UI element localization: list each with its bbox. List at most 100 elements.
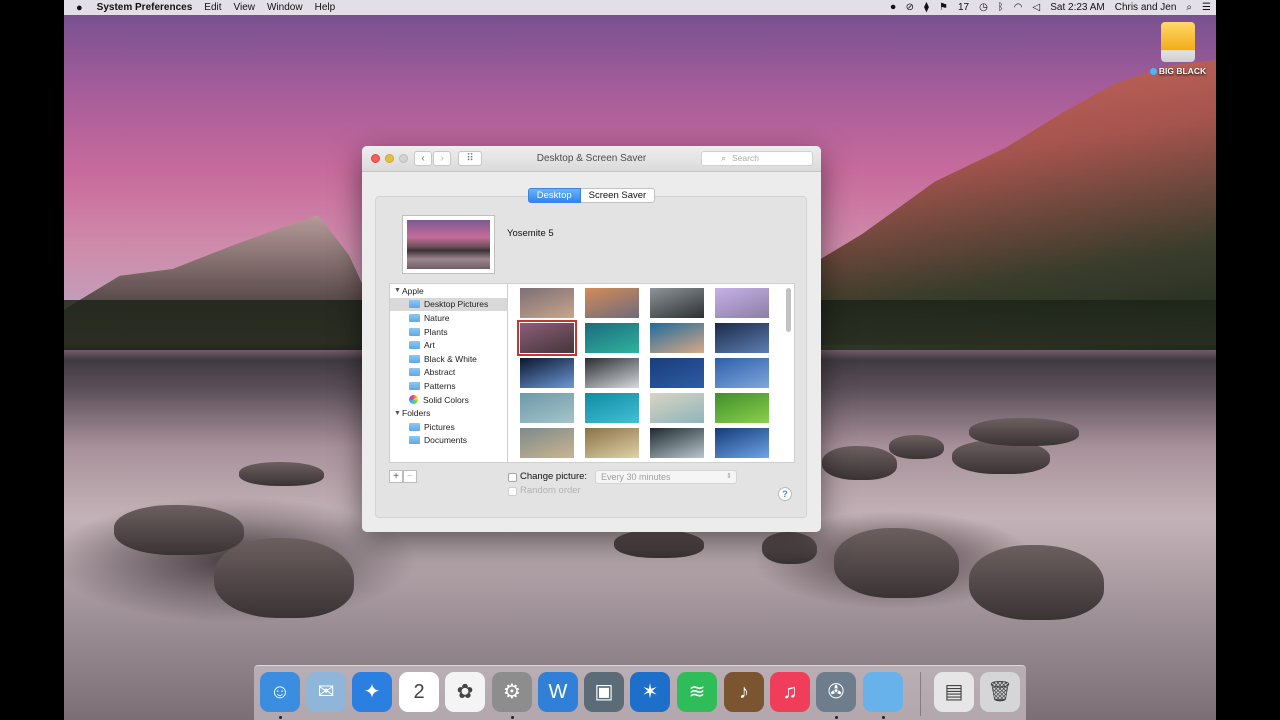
drive-label: BIG BLACK (1158, 66, 1207, 76)
dock-word-icon[interactable]: W (538, 672, 578, 712)
wallpaper-thumbnail[interactable] (585, 358, 639, 388)
status-app-icon[interactable]: ⚑ (934, 2, 953, 13)
source-item-pictures[interactable]: Pictures (390, 420, 507, 434)
dock-calendar-icon[interactable]: 2 (399, 672, 439, 712)
color-wheel-icon (409, 395, 418, 405)
menu-user[interactable]: Chris and Jen (1110, 2, 1182, 13)
dropbox-icon[interactable]: ⧫ (919, 2, 934, 13)
volume-icon[interactable]: ◁ (1028, 2, 1046, 13)
random-order-checkbox[interactable] (508, 487, 517, 496)
source-group-folders[interactable]: ▼ Folders (390, 406, 507, 420)
dock-documents-icon[interactable]: ▤ (934, 672, 974, 712)
wallpaper-thumbnail[interactable] (715, 428, 769, 458)
dock-folder-icon[interactable] (863, 672, 903, 712)
disclosure-triangle-icon[interactable]: ▼ (394, 410, 402, 417)
menu-view[interactable]: View (228, 2, 262, 13)
dock-itunes-icon[interactable]: ♫ (770, 672, 810, 712)
dock-photos-icon[interactable]: ✿ (445, 672, 485, 712)
folder-icon (409, 313, 420, 322)
source-group-apple[interactable]: ▼ Apple (390, 284, 507, 298)
menu-clock[interactable]: Sat 2:23 AM (1045, 2, 1109, 13)
tab-screen-saver[interactable]: Screen Saver (580, 188, 656, 203)
menu-app-name[interactable]: System Preferences (91, 2, 199, 13)
change-picture-checkbox[interactable] (508, 473, 517, 482)
wallpaper-preview-image (407, 220, 490, 269)
desktop-screensaver-window: ‹ › ⠿ Desktop & Screen Saver ⌕ Search De… (362, 146, 821, 532)
folder-icon (409, 436, 420, 445)
wallpaper-thumbnail[interactable] (650, 393, 704, 423)
source-item-black-white[interactable]: Black & White (390, 352, 507, 366)
dock-app-icon[interactable]: ✶ (630, 672, 670, 712)
rock (114, 505, 244, 555)
dock-garageband-icon[interactable]: ♪ (724, 672, 764, 712)
source-item-plants[interactable]: Plants (390, 325, 507, 339)
disclosure-triangle-icon[interactable]: ▼ (394, 287, 402, 294)
wallpaper-thumbnail[interactable] (520, 393, 574, 423)
time-machine-icon[interactable]: ◷ (974, 2, 993, 13)
wallpaper-thumbnail[interactable] (715, 323, 769, 353)
add-folder-button[interactable]: + (389, 470, 403, 483)
desktop: ● System Preferences Edit View Window He… (64, 0, 1216, 720)
wallpaper-thumbnail[interactable] (650, 288, 704, 318)
wallpaper-thumbnail[interactable] (585, 428, 639, 458)
tab-bar: Desktop Screen Saver (362, 188, 821, 203)
source-item-documents[interactable]: Documents (390, 434, 507, 448)
source-item-abstract[interactable]: Abstract (390, 366, 507, 380)
notification-center-icon[interactable]: ☰ (1197, 2, 1216, 13)
title-bar[interactable]: ‹ › ⠿ Desktop & Screen Saver ⌕ Search (362, 146, 821, 172)
grid-scrollbar[interactable] (786, 288, 791, 332)
vpn-icon[interactable]: ⊘ (901, 2, 919, 13)
dock-trash-icon[interactable]: 🗑 (980, 672, 1020, 712)
dock-spotify-icon[interactable]: ≋ (677, 672, 717, 712)
wallpaper-thumbnail[interactable] (715, 288, 769, 318)
wallpaper-thumbnail[interactable] (650, 358, 704, 388)
source-item-patterns[interactable]: Patterns (390, 379, 507, 393)
search-field[interactable]: ⌕ Search (701, 151, 813, 166)
dock-safari-icon[interactable]: ✦ (352, 672, 392, 712)
wallpaper-thumbnail[interactable] (715, 393, 769, 423)
source-item-solid-colors[interactable]: Solid Colors (390, 393, 507, 407)
rock (239, 462, 324, 486)
status-badge[interactable]: 17 (953, 2, 974, 13)
dock-mail-icon[interactable]: ✉ (306, 672, 346, 712)
dock-imovie-icon[interactable]: ✇ (816, 672, 856, 712)
screen-record-icon[interactable]: ⏺ (886, 2, 901, 13)
menu-help[interactable]: Help (309, 2, 342, 13)
folder-icon (409, 422, 420, 431)
spotlight-icon[interactable]: ⌕ (1181, 2, 1197, 13)
wallpaper-thumbnail[interactable] (650, 323, 704, 353)
bluetooth-icon[interactable]: ᛒ (993, 2, 1009, 13)
wifi-icon[interactable]: ◠ (1009, 2, 1028, 13)
external-drive-icon[interactable] (1161, 22, 1195, 62)
change-interval-select[interactable]: Every 30 minutes ⇕ (595, 470, 737, 484)
source-item-desktop-pictures[interactable]: Desktop Pictures (390, 297, 507, 312)
source-item-art[interactable]: Art (390, 338, 507, 352)
wallpaper-thumbnail[interactable] (520, 358, 574, 388)
wallpaper-thumbnail[interactable] (585, 393, 639, 423)
remove-folder-button[interactable]: − (403, 470, 417, 483)
rock (889, 435, 944, 459)
wallpaper-thumbnail[interactable] (650, 428, 704, 458)
apple-menu-icon[interactable]: ● (64, 2, 91, 14)
dock-running-indicator (835, 716, 838, 719)
dock-screen-sharing-icon[interactable]: ▣ (584, 672, 624, 712)
source-item-nature[interactable]: Nature (390, 311, 507, 325)
help-button[interactable]: ? (778, 487, 792, 501)
wallpaper-thumbnail[interactable] (585, 323, 639, 353)
rock (969, 418, 1079, 446)
rock (614, 530, 704, 558)
wallpaper-thumbnail[interactable] (715, 358, 769, 388)
wallpaper-thumbnail[interactable] (520, 428, 574, 458)
menu-window[interactable]: Window (261, 2, 309, 13)
dock-separator (920, 672, 921, 716)
dock-finder-icon[interactable]: ☺ (260, 672, 300, 712)
wallpaper-thumbnail[interactable] (585, 288, 639, 318)
dock-system-preferences-icon[interactable]: ⚙ (492, 672, 532, 712)
wallpaper-thumbnail[interactable] (517, 320, 577, 356)
rock (762, 532, 817, 564)
tab-desktop[interactable]: Desktop (527, 188, 581, 203)
updown-arrows-icon: ⇕ (726, 473, 732, 480)
menu-edit[interactable]: Edit (198, 2, 227, 13)
desktop-drive[interactable]: BIG BLACK (1146, 22, 1210, 76)
wallpaper-thumbnail[interactable] (520, 288, 574, 318)
